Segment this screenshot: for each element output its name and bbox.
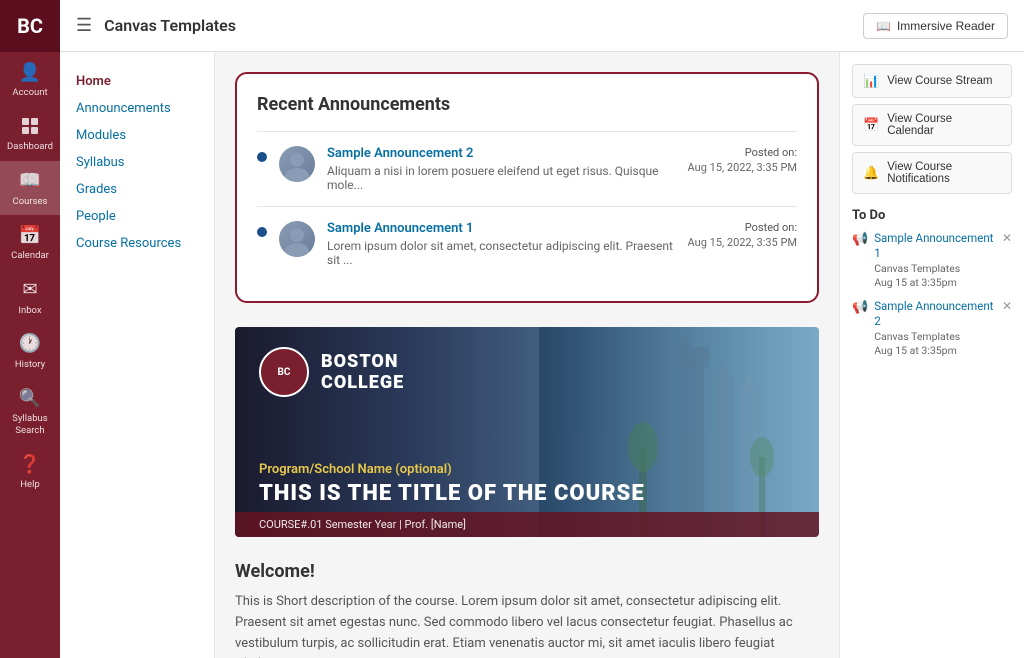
immersive-reader-label: Immersive Reader bbox=[897, 19, 995, 33]
courses-icon: 📖 bbox=[18, 169, 42, 193]
sidebar-item-calendar[interactable]: 📅 Calendar bbox=[0, 215, 60, 269]
sidebar-item-syllabus-search[interactable]: 🔍 Syllabus Search bbox=[0, 378, 60, 444]
sidebar-label-inbox: Inbox bbox=[18, 305, 41, 316]
view-course-notifications-button[interactable]: 🔔 View Course Notifications bbox=[852, 152, 1012, 194]
announcements-box: Recent Announcements Sample Announcement… bbox=[235, 72, 819, 303]
page-title: Canvas Templates bbox=[104, 16, 236, 35]
sidebar-label-calendar: Calendar bbox=[11, 250, 49, 261]
course-nav-people[interactable]: People bbox=[60, 203, 214, 230]
announcement-meta-2: Posted on: Aug 15, 2022, 3:35 PM bbox=[688, 146, 797, 174]
avatar-2 bbox=[279, 146, 315, 182]
banner-program: Program/School Name (optional) bbox=[259, 462, 795, 477]
banner-course-title: THIS IS THE TITLE OF THE COURSE bbox=[259, 481, 795, 506]
course-nav-announcements[interactable]: Announcements bbox=[60, 95, 214, 122]
todo-close-1[interactable]: ✕ bbox=[1002, 231, 1012, 245]
announcement-date-1: Aug 15, 2022, 3:35 PM bbox=[688, 236, 797, 249]
announcement-preview-2: Aliquam a nisi in lorem posuere eleifend… bbox=[327, 164, 676, 192]
announcement-preview-1: Lorem ipsum dolor sit amet, consectetur … bbox=[327, 239, 676, 267]
avatar-1 bbox=[279, 221, 315, 257]
course-nav-course-resources[interactable]: Course Resources bbox=[60, 230, 214, 257]
sidebar-item-help[interactable]: ❓ Help bbox=[0, 444, 60, 498]
megaphone-icon-2: 📢 bbox=[852, 300, 868, 315]
todo-item-1: 📢 Sample Announcement 1 Canvas Templates… bbox=[852, 231, 1012, 289]
announcement-subject-1[interactable]: Sample Announcement 1 bbox=[327, 221, 676, 236]
welcome-title: Welcome! bbox=[235, 561, 819, 582]
announcement-body-1: Sample Announcement 1 Lorem ipsum dolor … bbox=[327, 221, 676, 267]
topbar: ☰ Canvas Templates 📖 Immersive Reader bbox=[60, 0, 1024, 52]
sidebar-item-account[interactable]: 👤 Account bbox=[0, 52, 60, 106]
course-banner: BC BOSTON COLLEGE Program/School Name (o… bbox=[235, 327, 819, 537]
hamburger-button[interactable]: ☰ bbox=[76, 15, 92, 36]
banner-seal: BC bbox=[259, 347, 309, 397]
unread-dot-1 bbox=[257, 227, 267, 237]
todo-item-2: 📢 Sample Announcement 2 Canvas Templates… bbox=[852, 299, 1012, 357]
course-notifications-icon: 🔔 bbox=[863, 165, 879, 181]
todo-close-2[interactable]: ✕ bbox=[1002, 299, 1012, 313]
welcome-text: This is Short description of the course.… bbox=[235, 592, 819, 658]
welcome-section: Welcome! This is Short description of th… bbox=[235, 561, 819, 658]
sidebar-label-help: Help bbox=[20, 479, 39, 490]
course-stream-icon: 📊 bbox=[863, 73, 879, 89]
banner-footer: COURSE#.01 Semester Year | Prof. [Name] bbox=[235, 512, 819, 537]
immersive-reader-button[interactable]: 📖 Immersive Reader bbox=[863, 13, 1008, 39]
course-nav-syllabus[interactable]: Syllabus bbox=[60, 149, 214, 176]
todo-section: To Do 📢 Sample Announcement 1 Canvas Tem… bbox=[852, 208, 1012, 357]
announcement-date-2: Aug 15, 2022, 3:35 PM bbox=[688, 161, 797, 174]
sidebar-label-account: Account bbox=[12, 87, 47, 98]
view-course-calendar-button[interactable]: 📅 View Course Calendar bbox=[852, 104, 1012, 146]
inbox-icon: ✉ bbox=[18, 278, 42, 302]
announcement-item-2: Sample Announcement 2 Aliquam a nisi in … bbox=[257, 131, 797, 206]
banner-overlay: BC BOSTON COLLEGE Program/School Name (o… bbox=[235, 327, 819, 537]
sidebar-label-syllabus-search: Syllabus Search bbox=[4, 413, 56, 436]
announcement-subject-2[interactable]: Sample Announcement 2 bbox=[327, 146, 676, 161]
course-calendar-icon: 📅 bbox=[863, 117, 879, 133]
course-nav: Home Announcements Modules Syllabus Grad… bbox=[60, 52, 215, 658]
left-sidebar: BC 👤 Account Dashboard 📖 Courses 📅 Calen… bbox=[0, 0, 60, 658]
announcements-title: Recent Announcements bbox=[257, 94, 797, 115]
megaphone-icon-1: 📢 bbox=[852, 232, 868, 247]
main-content: Recent Announcements Sample Announcement… bbox=[215, 52, 839, 658]
todo-link-1[interactable]: Sample Announcement 1 bbox=[874, 231, 996, 261]
course-nav-modules[interactable]: Modules bbox=[60, 122, 214, 149]
sidebar-item-inbox[interactable]: ✉ Inbox bbox=[0, 270, 60, 324]
sidebar-label-courses: Courses bbox=[13, 196, 48, 207]
todo-link-2[interactable]: Sample Announcement 2 bbox=[874, 299, 996, 329]
help-icon: ❓ bbox=[18, 452, 42, 476]
announcement-item-1: Sample Announcement 1 Lorem ipsum dolor … bbox=[257, 206, 797, 281]
todo-title: To Do bbox=[852, 208, 1012, 223]
sidebar-item-history[interactable]: 🕐 History bbox=[0, 324, 60, 378]
course-calendar-label: View Course Calendar bbox=[887, 113, 1001, 137]
view-course-stream-button[interactable]: 📊 View Course Stream bbox=[852, 64, 1012, 98]
sidebar-label-dashboard: Dashboard bbox=[7, 141, 53, 152]
course-notifications-label: View Course Notifications bbox=[887, 161, 1001, 185]
immersive-reader-icon: 📖 bbox=[876, 19, 891, 33]
course-stream-label: View Course Stream bbox=[887, 75, 992, 87]
syllabus-search-icon: 🔍 bbox=[18, 386, 42, 410]
account-icon: 👤 bbox=[18, 60, 42, 84]
history-icon: 🕐 bbox=[18, 332, 42, 356]
todo-date-2: Aug 15 at 3:35pm bbox=[874, 344, 996, 357]
todo-date-1: Aug 15 at 3:35pm bbox=[874, 276, 996, 289]
dashboard-icon bbox=[18, 114, 42, 138]
todo-course-1: Canvas Templates bbox=[874, 262, 996, 275]
right-sidebar: 📊 View Course Stream 📅 View Course Calen… bbox=[839, 52, 1024, 658]
banner-college-name: BOSTON COLLEGE bbox=[321, 351, 404, 393]
announcement-meta-1: Posted on: Aug 15, 2022, 3:35 PM bbox=[688, 221, 797, 249]
todo-course-2: Canvas Templates bbox=[874, 330, 996, 343]
sidebar-item-dashboard[interactable]: Dashboard bbox=[0, 106, 60, 160]
course-nav-grades[interactable]: Grades bbox=[60, 176, 214, 203]
calendar-icon: 📅 bbox=[18, 223, 42, 247]
app-logo: BC bbox=[0, 0, 60, 52]
sidebar-item-courses[interactable]: 📖 Courses bbox=[0, 161, 60, 215]
sidebar-label-history: History bbox=[15, 359, 45, 370]
course-nav-home[interactable]: Home bbox=[60, 68, 214, 95]
announcement-body-2: Sample Announcement 2 Aliquam a nisi in … bbox=[327, 146, 676, 192]
unread-dot bbox=[257, 152, 267, 162]
